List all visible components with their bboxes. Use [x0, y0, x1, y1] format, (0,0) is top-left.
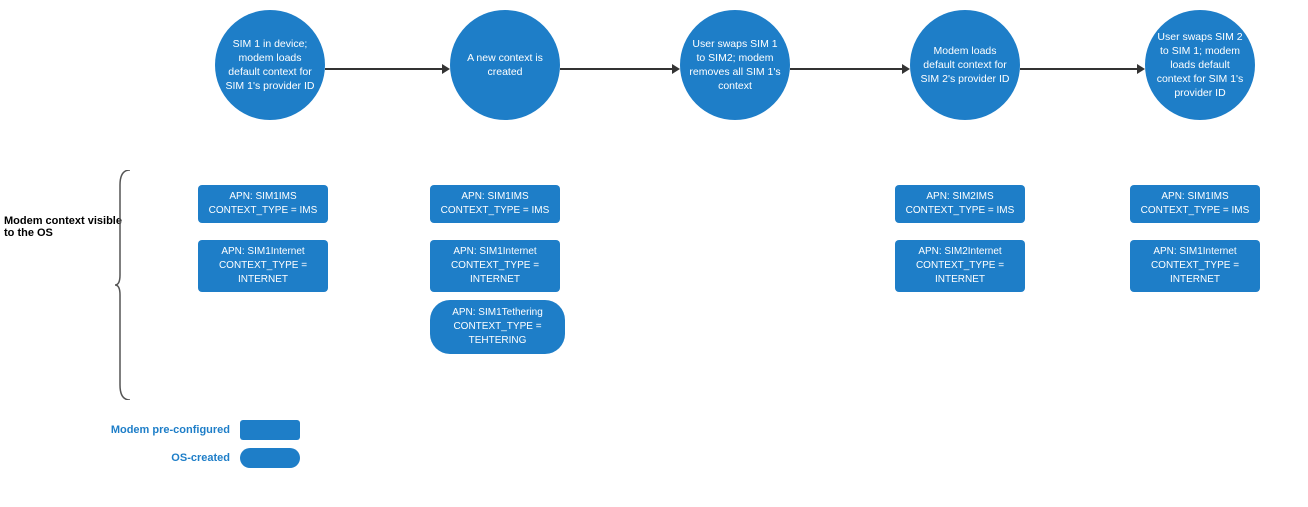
- brace-svg: [115, 170, 135, 400]
- circle-c5: User swaps SIM 2 to SIM 1; modem loads d…: [1145, 10, 1255, 120]
- circle-c2: A new context is created: [450, 10, 560, 120]
- circle-c1: SIM 1 in device; modem loads default con…: [215, 10, 325, 120]
- context-box-box2c: APN: SIM1TetheringCONTEXT_TYPE = TEHTERI…: [430, 300, 565, 354]
- circle-c4: Modem loads default context for SIM 2's …: [910, 10, 1020, 120]
- arrow-a1: [325, 64, 450, 74]
- legend-item-l1: Modem pre-configured: [100, 420, 300, 440]
- legend-label-l1: Modem pre-configured: [100, 424, 230, 436]
- context-box-box5a: APN: SIM1IMSCONTEXT_TYPE = IMS: [1130, 185, 1260, 223]
- arrow-line: [560, 68, 672, 70]
- context-box-box2b: APN: SIM1InternetCONTEXT_TYPE = INTERNET: [430, 240, 560, 292]
- context-box-box2a: APN: SIM1IMSCONTEXT_TYPE = IMS: [430, 185, 560, 223]
- legend-label-l2: OS-created: [100, 452, 230, 464]
- circle-c3: User swaps SIM 1 to SIM2; modem removes …: [680, 10, 790, 120]
- context-box-box1b: APN: SIM1InternetCONTEXT_TYPE = INTERNET: [198, 240, 328, 292]
- arrow-head: [442, 64, 450, 74]
- arrow-a4: [1020, 64, 1145, 74]
- legend-item-l2: OS-created: [100, 448, 300, 468]
- context-box-box5b: APN: SIM1InternetCONTEXT_TYPE = INTERNET: [1130, 240, 1260, 292]
- arrow-line: [790, 68, 902, 70]
- diagram-container: SIM 1 in device; modem loads default con…: [0, 0, 1308, 507]
- context-box-box4b: APN: SIM2InternetCONTEXT_TYPE = INTERNET: [895, 240, 1025, 292]
- legend-sample-l1: [240, 420, 300, 440]
- context-box-box4a: APN: SIM2IMSCONTEXT_TYPE = IMS: [895, 185, 1025, 223]
- arrow-head: [902, 64, 910, 74]
- arrow-line: [1020, 68, 1137, 70]
- legend-sample-l2: [240, 448, 300, 468]
- modem-context-label: Modem context visibleto the OS: [4, 215, 122, 239]
- arrow-head: [672, 64, 680, 74]
- legend: Modem pre-configured OS-created: [100, 420, 300, 476]
- arrow-head: [1137, 64, 1145, 74]
- arrow-a2: [560, 64, 680, 74]
- context-box-box1a: APN: SIM1IMSCONTEXT_TYPE = IMS: [198, 185, 328, 223]
- arrow-line: [325, 68, 442, 70]
- arrow-a3: [790, 64, 910, 74]
